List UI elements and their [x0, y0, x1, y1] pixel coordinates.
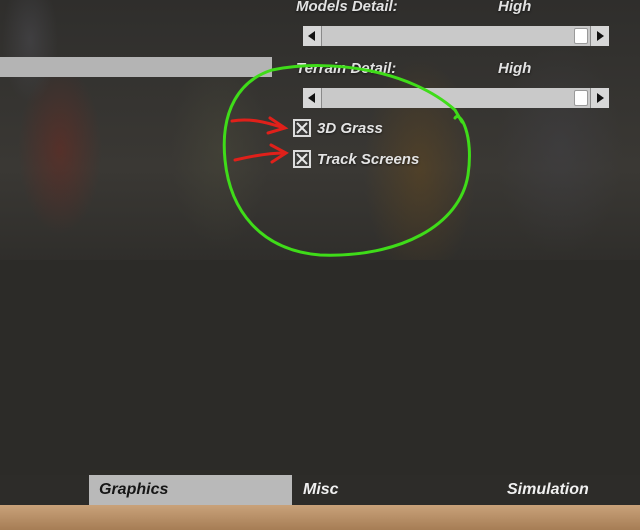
panel-background [0, 260, 640, 475]
arrow-right-icon [597, 93, 604, 103]
models-detail-thumb[interactable] [574, 28, 588, 44]
models-detail-label: Models Detail: [296, 0, 398, 15]
terrain-detail-label: Terrain Detail: [296, 60, 397, 77]
grass-3d-checkbox[interactable] [293, 119, 311, 137]
models-detail-slider[interactable] [303, 26, 609, 46]
models-detail-increase-button[interactable] [591, 26, 609, 46]
arrow-right-icon [597, 31, 604, 41]
terrain-detail-slider[interactable] [303, 88, 609, 108]
models-detail-value: High [498, 0, 532, 15]
tab-misc[interactable]: Misc [293, 475, 497, 505]
models-detail-decrease-button[interactable] [303, 26, 321, 46]
track-screens-checkbox-row[interactable]: Track Screens [293, 150, 419, 168]
arrow-left-icon [308, 31, 315, 41]
tab-graphics[interactable]: Graphics [89, 475, 292, 505]
grass-3d-checkbox-row[interactable]: 3D Grass [293, 119, 383, 137]
track-screens-checkbox[interactable] [293, 150, 311, 168]
terrain-detail-decrease-button[interactable] [303, 88, 321, 108]
grass-3d-label: 3D Grass [317, 119, 383, 137]
track-screens-label: Track Screens [317, 150, 420, 168]
arrow-left-icon [308, 93, 315, 103]
checkmark-x-icon [296, 153, 308, 165]
terrain-detail-value: High [498, 60, 532, 77]
terrain-detail-thumb[interactable] [574, 90, 588, 106]
terrain-detail-track[interactable] [321, 88, 591, 108]
left-selection-bar[interactable] [0, 57, 272, 77]
terrain-detail-increase-button[interactable] [591, 88, 609, 108]
tab-simulation[interactable]: Simulation [497, 475, 640, 505]
checkmark-x-icon [296, 122, 308, 134]
models-detail-track[interactable] [321, 26, 591, 46]
bottom-frame-strip [0, 505, 640, 530]
